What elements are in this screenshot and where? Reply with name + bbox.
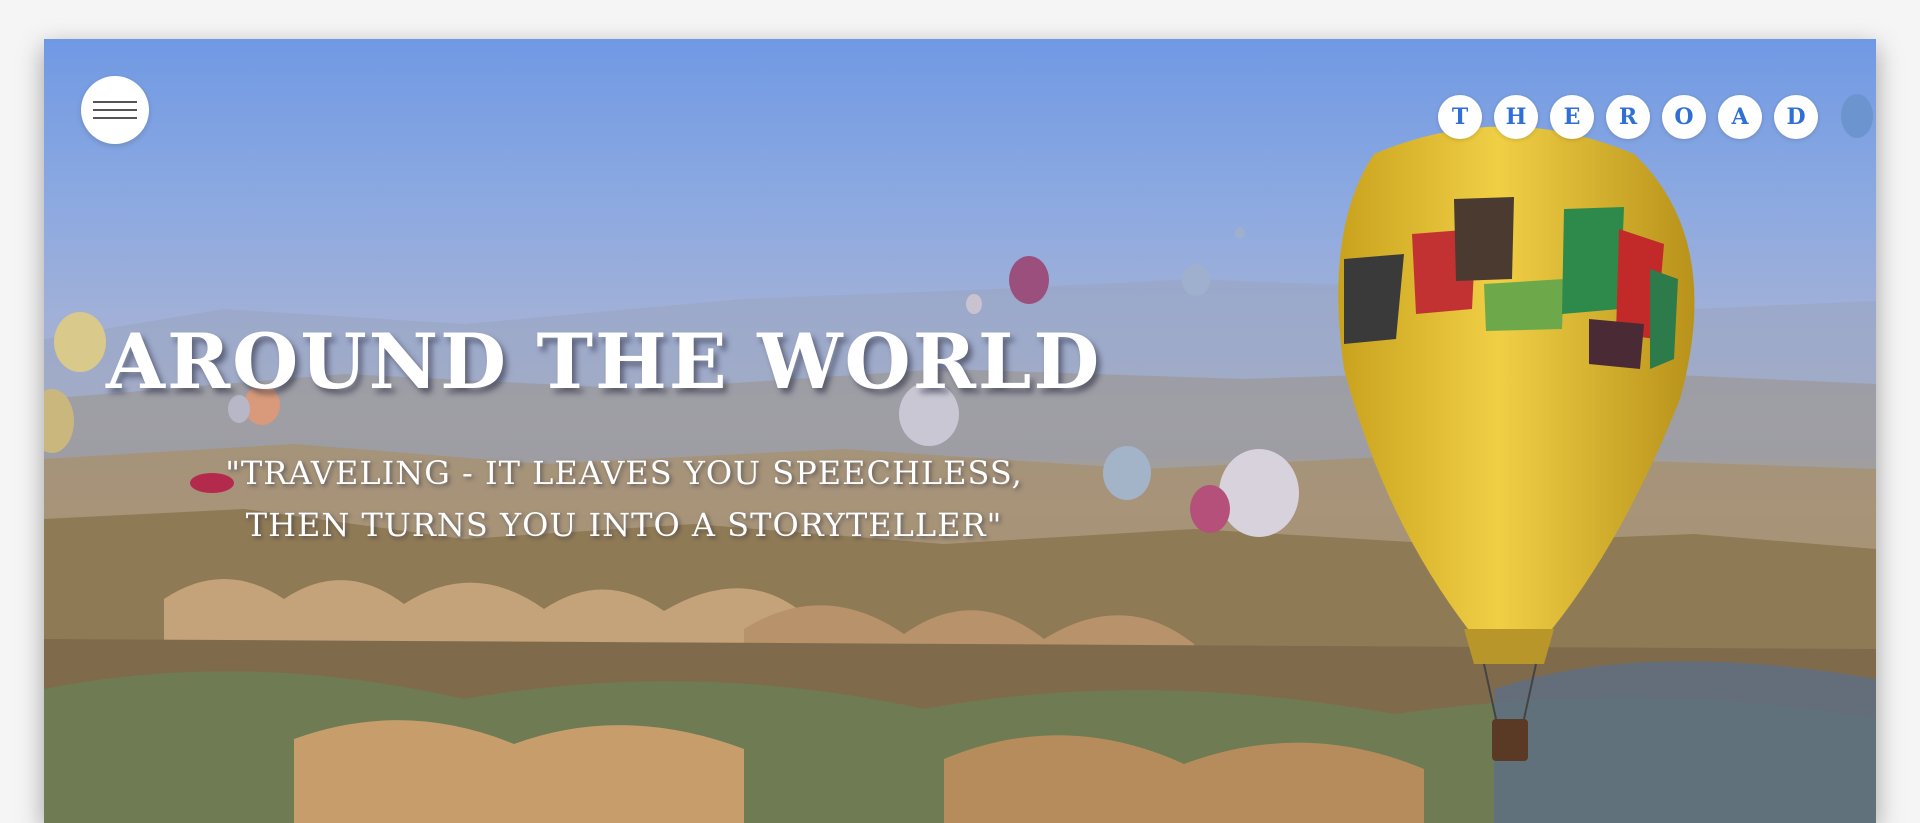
brand-letter: A [1718, 95, 1762, 139]
hamburger-icon-line [93, 101, 137, 103]
brand-letter: D [1774, 95, 1818, 139]
brand-letter: H [1494, 95, 1538, 139]
hero-quote-line: THEN TURNS YOU INTO A STORYTELLER" [245, 506, 1003, 544]
brand-letter: O [1662, 95, 1706, 139]
hero-quote: "TRAVELING - IT LEAVES YOU SPEECHLESS, T… [134, 447, 1114, 551]
brand-letter: R [1606, 95, 1650, 139]
hamburger-icon-line [93, 117, 137, 119]
brand-letter: T [1438, 95, 1482, 139]
hero-headline: AROUND THE WORLD [106, 317, 1102, 406]
landscape-background-image [44, 94, 1876, 823]
brand-logo[interactable]: T H E R O A D [1438, 95, 1818, 139]
menu-button[interactable] [81, 76, 149, 144]
hero-quote-line: "TRAVELING - IT LEAVES YOU SPEECHLESS, [225, 454, 1023, 492]
hero-section: T H E R O A D AROUND THE WORLD "TRAVELIN… [44, 39, 1876, 823]
hamburger-icon-line [93, 109, 137, 111]
brand-letter: E [1550, 95, 1594, 139]
